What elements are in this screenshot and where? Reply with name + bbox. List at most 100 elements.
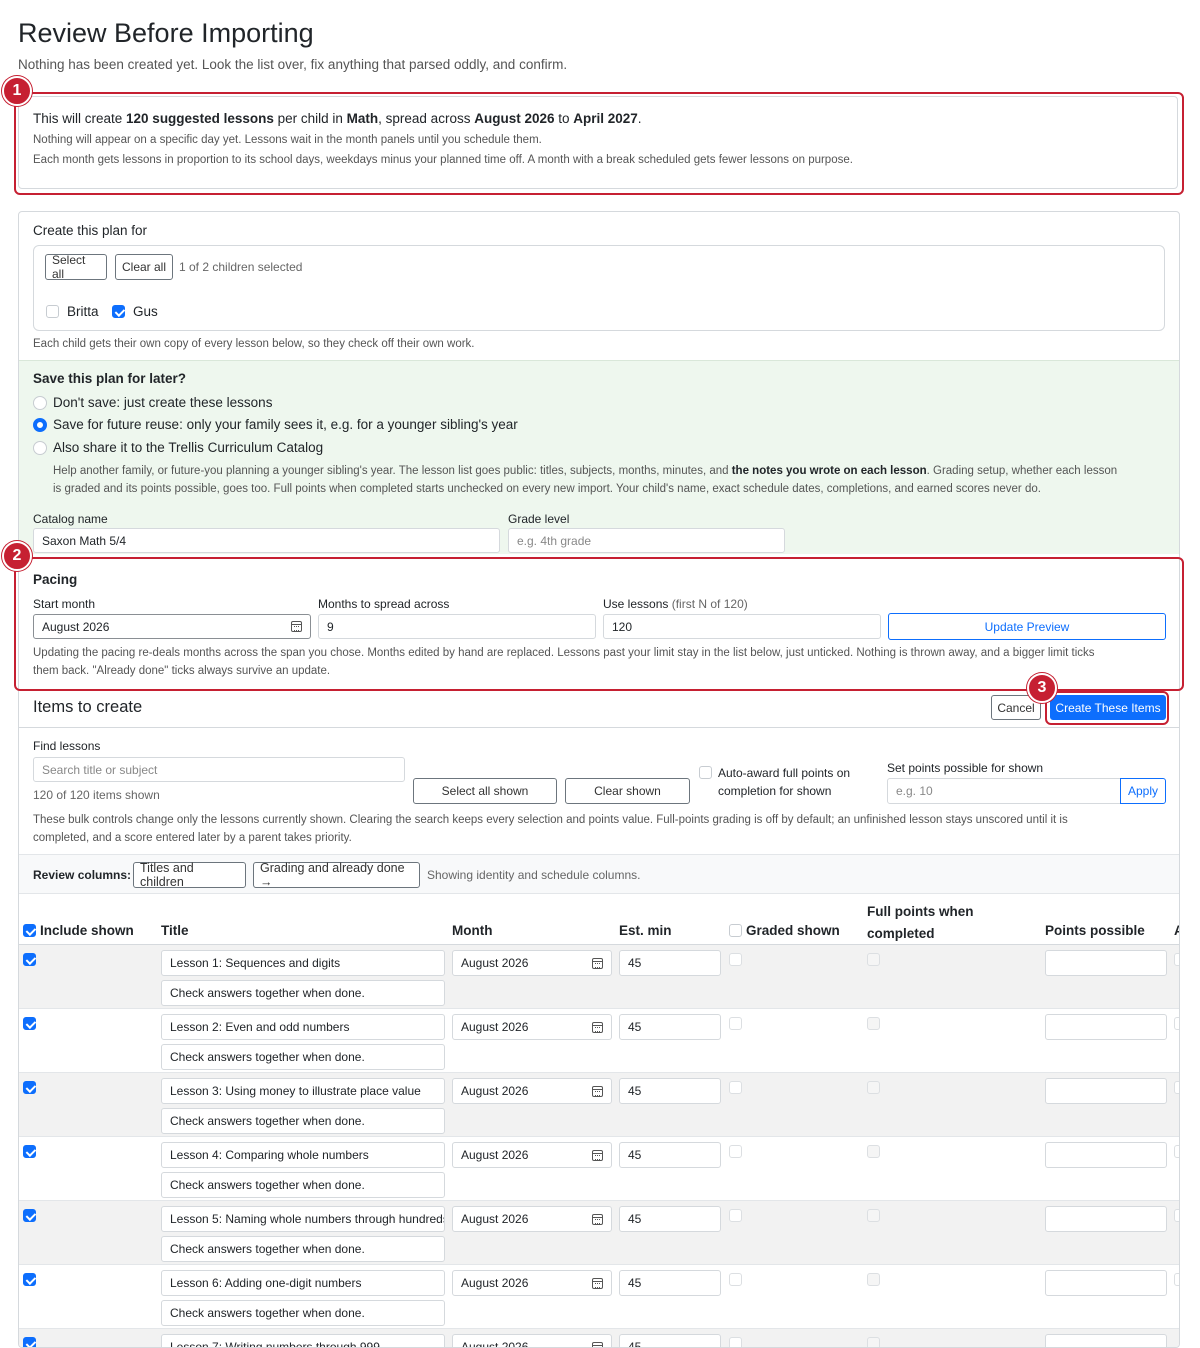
row-month-value: August 2026: [461, 1212, 529, 1226]
row-note-input[interactable]: Check answers together when done.: [161, 1236, 445, 1262]
calendar-icon[interactable]: [592, 1342, 603, 1347]
titles-children-columns-button[interactable]: Titles and children: [133, 861, 246, 889]
row-est-min-input[interactable]: 45: [619, 1014, 721, 1040]
search-input[interactable]: Search title or subject: [33, 757, 405, 782]
include-row-checkbox[interactable]: [23, 1017, 36, 1030]
row-month-input[interactable]: August 2026: [452, 1142, 612, 1168]
row-truncated-checkbox[interactable]: [1174, 1145, 1179, 1158]
row-points-input[interactable]: [1045, 1078, 1167, 1104]
include-row-checkbox[interactable]: [23, 1145, 36, 1158]
graded-all-checkbox[interactable]: [729, 924, 742, 937]
child-checkbox-britta[interactable]: [46, 305, 59, 318]
calendar-icon[interactable]: [592, 1086, 603, 1097]
row-graded-checkbox[interactable]: [729, 1209, 742, 1222]
clear-shown-button[interactable]: Clear shown: [565, 778, 690, 804]
include-row-checkbox[interactable]: [23, 1081, 36, 1094]
calendar-icon[interactable]: [592, 1278, 603, 1289]
row-est-min-input[interactable]: 45: [619, 1270, 721, 1296]
row-points-input[interactable]: [1045, 950, 1167, 976]
select-all-shown-button[interactable]: Select all shown: [413, 778, 557, 804]
row-month-input[interactable]: August 2026: [452, 1270, 612, 1296]
row-graded-checkbox[interactable]: [729, 1081, 742, 1094]
row-truncated-checkbox[interactable]: [1174, 1273, 1179, 1286]
row-title-input[interactable]: Lesson 5: Naming whole numbers through h…: [161, 1206, 445, 1232]
items-title: Items to create: [33, 698, 143, 716]
auto-award-text: Auto-award full points on: [718, 766, 851, 780]
grade-level-input[interactable]: e.g. 4th grade: [508, 528, 785, 553]
include-all-checkbox[interactable]: [23, 924, 36, 937]
row-month-value: August 2026: [461, 1276, 529, 1290]
marker-badge-2: 2: [2, 541, 32, 571]
row-note-input[interactable]: Check answers together when done.: [161, 1172, 445, 1198]
row-graded-checkbox[interactable]: [729, 1273, 742, 1286]
table-row: Lesson 1: Sequences and digits Check ans…: [19, 945, 1179, 1009]
row-note-input[interactable]: Check answers together when done.: [161, 1108, 445, 1134]
calendar-icon[interactable]: [592, 1022, 603, 1033]
calendar-icon[interactable]: [592, 1150, 603, 1161]
row-title-input[interactable]: Lesson 1: Sequences and digits: [161, 950, 445, 976]
save-plan-section: Save this plan for later? Don't save: ju…: [19, 360, 1179, 554]
radio-save-family[interactable]: [33, 418, 47, 432]
row-graded-checkbox[interactable]: [729, 1337, 742, 1347]
auto-award-checkbox[interactable]: [699, 766, 712, 779]
row-graded-checkbox[interactable]: [729, 1017, 742, 1030]
row-points-input[interactable]: [1045, 1270, 1167, 1296]
child-checkbox-gus[interactable]: [112, 305, 125, 318]
radio-dont-save[interactable]: [33, 396, 47, 410]
bulk-help: These bulk controls change only the less…: [33, 811, 1168, 847]
row-graded-checkbox[interactable]: [729, 1145, 742, 1158]
children-selected-count: 1 of 2 children selected: [179, 260, 303, 274]
include-row-checkbox[interactable]: [23, 1273, 36, 1286]
row-month-input[interactable]: August 2026: [452, 1334, 612, 1347]
row-title-input[interactable]: Lesson 2: Even and odd numbers: [161, 1014, 445, 1040]
row-month-input[interactable]: August 2026: [452, 950, 612, 976]
row-est-min-input[interactable]: 45: [619, 1206, 721, 1232]
points-input[interactable]: e.g. 10: [887, 778, 1121, 804]
row-title-input[interactable]: Lesson 7: Writing numbers through 999: [161, 1334, 445, 1347]
include-row-checkbox[interactable]: [23, 953, 36, 966]
row-month-input[interactable]: August 2026: [452, 1014, 612, 1040]
row-title-input[interactable]: Lesson 4: Comparing whole numbers: [161, 1142, 445, 1168]
row-truncated-checkbox[interactable]: [1174, 953, 1179, 966]
row-month-input[interactable]: August 2026: [452, 1078, 612, 1104]
row-graded-checkbox[interactable]: [729, 953, 742, 966]
col-est-min: Est. min: [619, 923, 672, 938]
row-points-input[interactable]: [1045, 1142, 1167, 1168]
row-note-input[interactable]: Check answers together when done.: [161, 1044, 445, 1070]
grading-columns-button[interactable]: Grading and already done →: [253, 861, 420, 889]
share-help-emphasis: the notes you wrote on each lesson: [731, 465, 927, 477]
row-note-input[interactable]: Check answers together when done.: [161, 1300, 445, 1326]
row-truncated-checkbox[interactable]: [1174, 1209, 1179, 1222]
row-title-input[interactable]: Lesson 6: Adding one-digit numbers: [161, 1270, 445, 1296]
page-title: Review Before Importing: [18, 18, 314, 48]
row-est-min-input[interactable]: 45: [619, 1142, 721, 1168]
row-full-points-checkbox: [867, 953, 880, 966]
row-points-input[interactable]: [1045, 1334, 1167, 1347]
calendar-icon[interactable]: [592, 1214, 603, 1225]
row-est-min-input[interactable]: 45: [619, 950, 721, 976]
row-note-input[interactable]: Check answers together when done.: [161, 980, 445, 1006]
row-est-min-input[interactable]: 45: [619, 1078, 721, 1104]
save-section-title: Save this plan for later?: [33, 371, 187, 386]
row-month-input[interactable]: August 2026: [452, 1206, 612, 1232]
include-row-checkbox[interactable]: [23, 1209, 36, 1222]
row-est-min-input[interactable]: 45: [619, 1334, 721, 1347]
include-row-checkbox[interactable]: [23, 1337, 36, 1347]
radio-share-catalog[interactable]: [33, 441, 47, 455]
select-all-children-button[interactable]: Select all: [45, 253, 107, 281]
apply-points-button[interactable]: Apply: [1120, 778, 1166, 804]
calendar-icon[interactable]: [592, 958, 603, 969]
col-full-points-line: completed: [867, 926, 935, 941]
clear-all-children-button[interactable]: Clear all: [115, 254, 173, 280]
bulk-help-text: completed, and a score entered later by …: [33, 832, 352, 844]
row-points-input[interactable]: [1045, 1014, 1167, 1040]
row-truncated-checkbox[interactable]: [1174, 1017, 1179, 1030]
row-full-points-checkbox: [867, 1337, 880, 1347]
row-title-input[interactable]: Lesson 3: Using money to illustrate plac…: [161, 1078, 445, 1104]
row-truncated-checkbox[interactable]: [1174, 1081, 1179, 1094]
plan-form-card: Create this plan for Select all Clear al…: [18, 211, 1180, 1348]
row-points-input[interactable]: [1045, 1206, 1167, 1232]
grade-level-label: Grade level: [508, 512, 570, 526]
catalog-name-input[interactable]: Saxon Math 5/4: [33, 528, 500, 553]
col-graded: Graded shown: [746, 923, 840, 938]
